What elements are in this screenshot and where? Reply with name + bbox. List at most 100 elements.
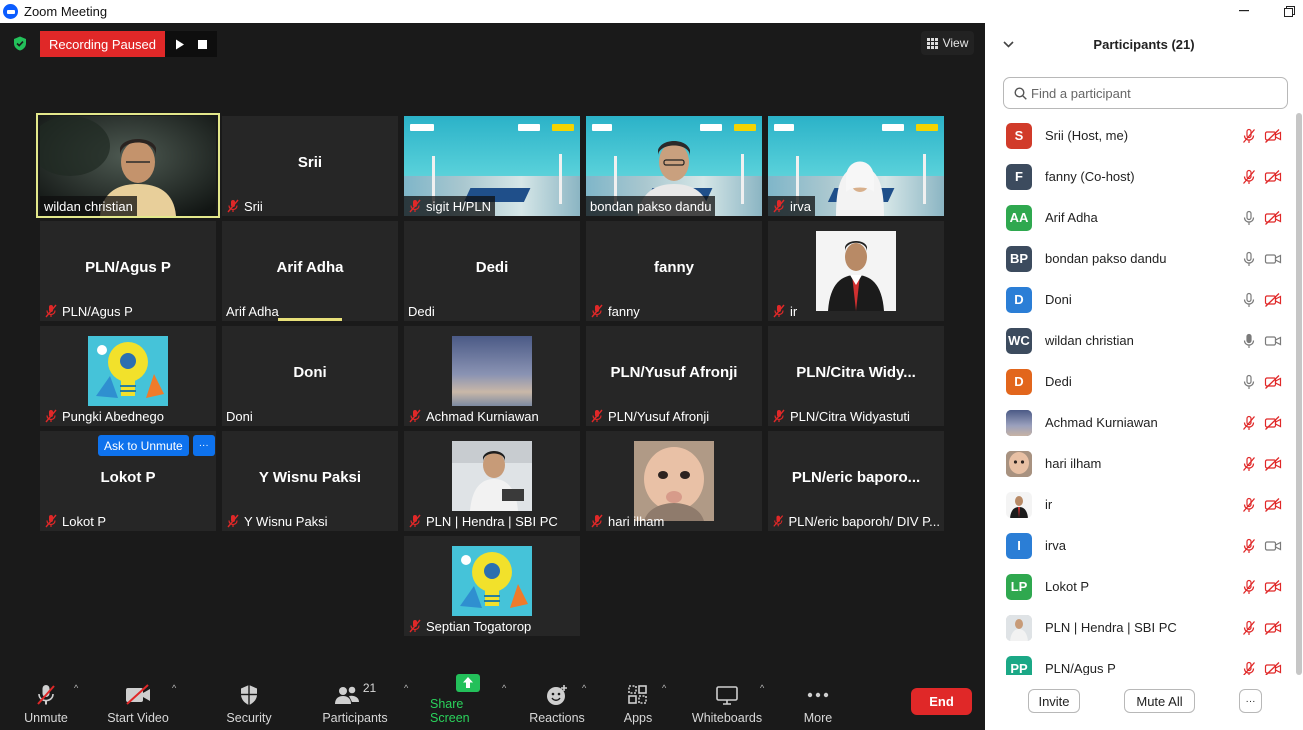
ask-to-unmute-button[interactable]: Ask to Unmute [98, 435, 189, 456]
mic-muted-icon[interactable] [1241, 661, 1257, 676]
video-tile-pln-citra-widyastuti[interactable]: PLN/Citra Widy... PLN/Citra Widyastuti [768, 326, 944, 426]
participant-row[interactable]: LP Lokot P [985, 566, 1295, 607]
search-input[interactable] [1031, 85, 1271, 101]
encryption-shield-icon[interactable] [13, 36, 27, 51]
camera-off-icon[interactable] [1264, 210, 1282, 226]
video-tile-pln-agus-p[interactable]: PLN/Agus P PLN/Agus P [40, 221, 216, 321]
participant-row[interactable]: D Doni [985, 279, 1295, 320]
video-tile-dedi[interactable]: Dedi Dedi [404, 221, 580, 321]
caret-up-icon[interactable]: ^ [74, 683, 78, 693]
stop-recording-icon[interactable] [197, 39, 207, 49]
camera-off-icon[interactable] [1264, 374, 1282, 390]
camera-off-icon[interactable] [1264, 497, 1282, 513]
avatar: LP [1006, 573, 1032, 600]
video-tile-pln-eric-b-roh-div-p[interactable]: PLN/eric bароro... PLN/eric bароroh/ DIV … [768, 431, 944, 531]
invite-button[interactable]: Invite [1028, 689, 1080, 713]
video-tile-pln-yusuf-afronji[interactable]: PLN/Yusuf Afronji PLN/Yusuf Afronji [586, 326, 762, 426]
participant-row[interactable]: Iirva [985, 525, 1295, 566]
mic-on-icon[interactable] [1241, 333, 1257, 349]
camera-off-icon[interactable] [1264, 661, 1282, 676]
minimize-icon[interactable] [1234, 2, 1254, 20]
restore-icon[interactable] [1279, 2, 1299, 20]
camera-on-icon[interactable] [1264, 251, 1282, 267]
mic-muted-icon[interactable] [1241, 128, 1257, 144]
whiteboards-button[interactable]: Whiteboards [690, 679, 764, 725]
more-button[interactable]: More [800, 679, 836, 725]
panel-more-button[interactable]: ··· [1239, 689, 1262, 713]
participant-row[interactable]: Achmad Kurniawan [985, 402, 1295, 443]
participants-button[interactable]: 21 Participants [322, 679, 388, 725]
video-tile-doni[interactable]: Doni Doni [222, 326, 398, 426]
tile-name-label: Doni [222, 406, 257, 426]
participants-count: 21 [362, 681, 377, 695]
caret-up-icon[interactable]: ^ [662, 683, 666, 693]
avatar-initials: LP [1010, 579, 1028, 594]
camera-off-icon[interactable] [1264, 579, 1282, 595]
participant-row[interactable]: ir [985, 484, 1295, 525]
video-tile-fanny[interactable]: fanny fanny [586, 221, 762, 321]
camera-off-icon[interactable] [1264, 456, 1282, 472]
video-tile-pungki-abednego[interactable]: Pungki Abednego [40, 326, 216, 426]
video-tile-septian-togatorop[interactable]: Septian Togatorop [404, 536, 580, 636]
participant-row[interactable]: Ffanny (Co-host) [985, 156, 1295, 197]
video-tile-y-wisnu-paksi[interactable]: Y Wisnu Paksi Y Wisnu Paksi [222, 431, 398, 531]
caret-up-icon[interactable]: ^ [172, 683, 176, 693]
unmute-button[interactable]: Unmute [20, 679, 72, 725]
view-button[interactable]: View [921, 31, 974, 55]
video-tile-bondan-pakso-dandu[interactable]: bondan pakso dandu [586, 116, 762, 216]
reactions-button[interactable]: Reactions [529, 679, 585, 725]
video-tile-irva[interactable]: irva [768, 116, 944, 216]
participant-row[interactable]: PP PLN/Agus P [985, 648, 1295, 675]
participant-list-scrollbar[interactable] [1296, 113, 1302, 675]
mic-muted-icon[interactable] [1241, 415, 1257, 431]
mic-muted-icon[interactable] [1241, 579, 1257, 595]
mic-muted-icon[interactable] [1241, 497, 1257, 513]
apps-button[interactable]: Apps [618, 679, 658, 725]
video-tile-achmad-kurniawan[interactable]: Achmad Kurniawan [404, 326, 580, 426]
resume-recording-icon[interactable] [175, 39, 185, 50]
camera-off-icon[interactable] [1264, 292, 1282, 308]
tile-name: Srii [244, 198, 263, 214]
video-tile-srii[interactable]: Srii Srii [222, 116, 398, 216]
camera-on-icon[interactable] [1264, 333, 1282, 349]
video-tile-pln-hendra-sbi-pc[interactable]: PLN | Hendra | SBI PC [404, 431, 580, 531]
caret-up-icon[interactable]: ^ [760, 683, 764, 693]
camera-off-icon[interactable] [1264, 620, 1282, 636]
participant-row[interactable]: D Dedi [985, 361, 1295, 402]
video-tile-ir[interactable]: ir [768, 221, 944, 321]
mic-on-icon[interactable] [1241, 251, 1257, 267]
camera-off-icon[interactable] [1264, 415, 1282, 431]
mic-muted-icon[interactable] [1241, 169, 1257, 185]
mic-on-icon[interactable] [1241, 292, 1257, 308]
video-tile-arif-adha[interactable]: Arif Adha Arif Adha [222, 221, 398, 321]
start-video-button[interactable]: Start Video [106, 679, 170, 725]
participant-row[interactable]: AA Arif Adha [985, 197, 1295, 238]
camera-off-icon[interactable] [1264, 169, 1282, 185]
caret-up-icon[interactable]: ^ [502, 683, 506, 693]
mic-muted-icon[interactable] [1241, 456, 1257, 472]
video-tile-wildan-christian[interactable]: wildan christian [40, 116, 216, 216]
end-meeting-button[interactable]: End [911, 688, 972, 715]
participant-row[interactable]: PLN | Hendra | SBI PC [985, 607, 1295, 648]
mic-on-icon[interactable] [1241, 374, 1257, 390]
video-tile-hari-ilham[interactable]: hari ilham [586, 431, 762, 531]
camera-off-icon[interactable] [1264, 128, 1282, 144]
tile-more-button[interactable]: ··· [192, 435, 215, 456]
camera-on-icon[interactable] [1264, 538, 1282, 554]
participants-label: Participants [322, 711, 388, 725]
mic-on-icon[interactable] [1241, 210, 1257, 226]
caret-up-icon[interactable]: ^ [582, 683, 586, 693]
video-tile-sigit-h-pln[interactable]: sigit H/PLN [404, 116, 580, 216]
mute-all-button[interactable]: Mute All [1124, 689, 1195, 713]
participant-row[interactable]: S Srii (Host, me) [985, 115, 1295, 156]
video-tile-lokot-p[interactable]: Lokot P Lokot P Ask to Unmute ··· [40, 431, 216, 531]
caret-up-icon[interactable]: ^ [404, 683, 408, 693]
share-screen-button[interactable]: Share Screen [430, 674, 506, 725]
mic-muted-icon[interactable] [1241, 620, 1257, 636]
participant-row[interactable]: BP bondan pakso dandu [985, 238, 1295, 279]
mic-muted-icon[interactable] [1241, 538, 1257, 554]
participant-row[interactable]: hari ilham [985, 443, 1295, 484]
tile-name: Lokot P [62, 513, 107, 529]
security-button[interactable]: Security [224, 679, 274, 725]
participant-row[interactable]: WC wildan christian [985, 320, 1295, 361]
